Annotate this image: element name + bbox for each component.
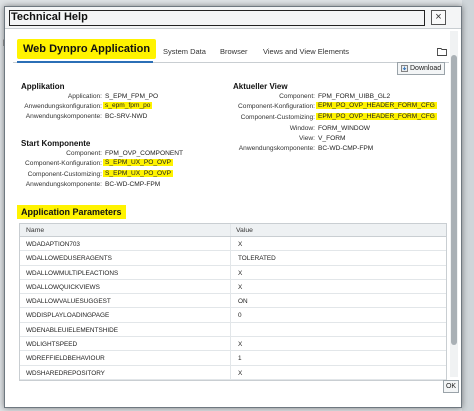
column-divider xyxy=(230,251,231,265)
column-header-name[interactable]: Name xyxy=(26,227,44,234)
view-value-window: FORM_WINDOW xyxy=(318,125,371,132)
start-value-component-customizing[interactable]: S_EPM_UX_PO_OVP xyxy=(103,170,173,177)
column-divider xyxy=(230,279,231,294)
close-button[interactable]: × xyxy=(431,10,446,25)
param-value: X xyxy=(238,241,243,248)
start-value-anwendungskomponente: BC-WD-CMP-FPM xyxy=(105,181,161,188)
param-value: TOLERATED xyxy=(238,255,276,263)
active-tab-indicator xyxy=(17,61,153,63)
application-parameters-table: Name Value WDADAPTION703 X WDALLOWEDUSERA… xyxy=(19,223,447,381)
table-row[interactable]: WDREFFIELDBEHAVIOUR 1 xyxy=(20,351,446,366)
column-divider xyxy=(230,224,231,236)
start-value-component: FPM_OVP_COMPONENT xyxy=(105,150,184,157)
param-name: WDALLOWMULTIPLEACTIONS xyxy=(26,269,119,277)
column-divider xyxy=(230,337,231,351)
param-name: WDSHAREDREPOSITORY xyxy=(26,369,105,377)
applikation-value-anwendungskonfiguration[interactable]: s_epm_fpm_po xyxy=(103,102,153,109)
view-value-component-customizing[interactable]: EPM_PO_OVP_HEADER_FORM_CFG xyxy=(316,113,437,120)
applikation-value-application: S_EPM_FPM_PO xyxy=(105,93,159,100)
param-name: WDALLOWVALUESUGGEST xyxy=(26,298,111,306)
start-label-anwendungskomponente: Anwendungskomponente: xyxy=(25,181,102,188)
tab-strip: Web Dynpro Application System Data Brows… xyxy=(13,35,449,63)
technical-help-dialog: Technical Help × Web Dynpro Application … xyxy=(4,6,462,408)
dialog-scrollbar-thumb[interactable] xyxy=(451,55,457,345)
table-row[interactable]: WDSHAREDREPOSITORY X xyxy=(20,365,446,380)
column-divider xyxy=(230,365,231,379)
view-label-view: View: xyxy=(298,135,315,142)
ok-button[interactable]: OK xyxy=(443,380,459,393)
table-header: Name Value xyxy=(20,224,446,237)
view-label-component-konfiguration: Component-Konfiguration: xyxy=(238,103,315,110)
folder-icon[interactable] xyxy=(437,47,447,56)
param-name: WDENABLEUIELEMENTSHIDE xyxy=(26,326,118,334)
column-divider xyxy=(230,294,231,308)
param-name: WDALLOWEDUSERAGENTS xyxy=(26,255,112,263)
view-label-anwendungskomponente: Anwendungskomponente: xyxy=(238,145,315,152)
start-label-component-customizing: Component-Customizing: xyxy=(27,171,102,178)
column-divider xyxy=(230,237,231,251)
param-name: WDADAPTION703 xyxy=(26,241,80,248)
param-value: X xyxy=(238,269,243,277)
view-value-component-konfiguration[interactable]: EPM_PO_OVP_HEADER_FORM_CFG xyxy=(316,102,437,109)
param-name: WDDISPLAYLOADINGPAGE xyxy=(26,312,110,320)
close-icon: × xyxy=(435,11,442,23)
start-value-component-konfiguration[interactable]: S_EPM_UX_PO_OVP xyxy=(103,159,173,166)
view-label-component: Component: xyxy=(279,93,315,100)
aktueller-view-title: Aktueller View xyxy=(233,82,288,91)
view-value-anwendungskomponente: BC-WD-CMP-FPM xyxy=(318,145,374,152)
table-row[interactable]: WDALLOWQUICKVIEWS X xyxy=(20,279,446,295)
table-row[interactable]: WDADAPTION703 X xyxy=(20,237,446,252)
applikation-label-anwendungskonfiguration: Anwendungskonfiguration: xyxy=(24,103,102,110)
column-divider xyxy=(230,308,231,322)
param-name: WDALLOWQUICKVIEWS xyxy=(26,283,100,291)
download-button[interactable]: Download xyxy=(397,62,445,75)
download-icon xyxy=(401,65,408,72)
tab-views-and-view-elements[interactable]: Views and View Elements xyxy=(263,47,349,56)
applikation-value-anwendungskomponente: BC-SRV-NWD xyxy=(105,113,148,120)
param-name: WDREFFIELDBEHAVIOUR xyxy=(26,355,105,363)
application-parameters-title: Application Parameters xyxy=(17,205,126,219)
view-label-window: Window: xyxy=(289,125,315,132)
column-header-value[interactable]: Value xyxy=(236,227,253,234)
applikation-label-anwendungskomponente: Anwendungskomponente: xyxy=(25,113,102,120)
param-value: ON xyxy=(238,298,248,306)
tab-system-data[interactable]: System Data xyxy=(163,47,206,56)
param-name: WDLIGHTSPEED xyxy=(26,341,78,349)
view-value-view: V_FORM xyxy=(318,135,346,142)
param-value: X xyxy=(238,369,243,377)
param-value: 0 xyxy=(238,312,242,320)
param-value: X xyxy=(238,283,243,291)
applikation-label-application: Application: xyxy=(67,93,102,100)
table-row[interactable]: WDALLOWMULTIPLEACTIONS X xyxy=(20,265,446,280)
column-divider xyxy=(230,322,231,337)
table-row[interactable]: WDALLOWVALUESUGGEST ON xyxy=(20,294,446,309)
tab-browser[interactable]: Browser xyxy=(220,47,248,56)
param-value: 1 xyxy=(238,355,242,363)
table-row[interactable]: WDDISPLAYLOADINGPAGE 0 xyxy=(20,308,446,323)
tab-web-dynpro-application[interactable]: Web Dynpro Application xyxy=(17,39,157,59)
view-label-component-customizing: Component-Customizing: xyxy=(240,114,315,121)
download-label: Download xyxy=(410,65,442,72)
table-row[interactable]: WDALLOWEDUSERAGENTS TOLERATED xyxy=(20,251,446,266)
table-row[interactable]: WDLIGHTSPEED X xyxy=(20,337,446,352)
column-divider xyxy=(230,265,231,279)
start-komponente-title: Start Komponente xyxy=(21,139,91,148)
table-row[interactable]: WDENABLEUIELEMENTSHIDE xyxy=(20,322,446,338)
dialog-title-bar: Technical Help × xyxy=(5,7,461,29)
view-value-component: FPM_FORM_UIBB_GL2 xyxy=(318,93,391,100)
dialog-title: Technical Help xyxy=(11,11,88,23)
column-divider xyxy=(230,351,231,365)
start-label-component: Component: xyxy=(66,150,102,157)
applikation-title: Applikation xyxy=(21,82,65,91)
background-scrollbar xyxy=(462,0,474,411)
param-value: X xyxy=(238,341,243,349)
start-label-component-konfiguration: Component-Konfiguration: xyxy=(25,160,102,167)
